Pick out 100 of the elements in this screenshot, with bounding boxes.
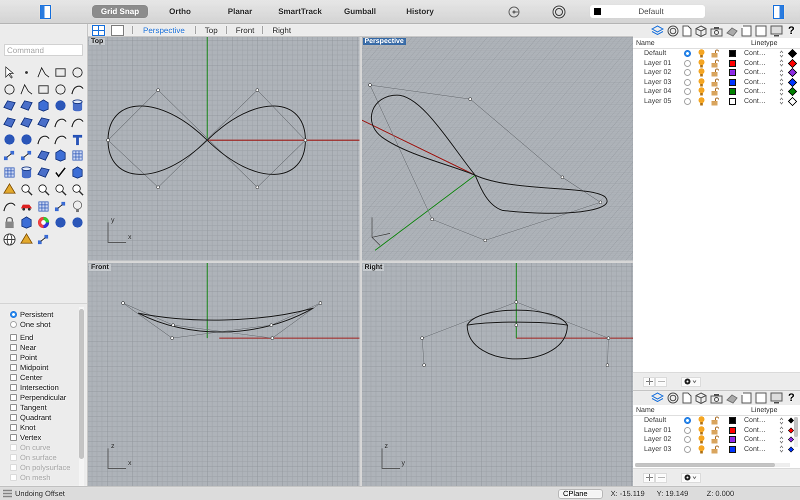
rectangle-icon[interactable]	[54, 66, 67, 79]
current-layer-radio[interactable]	[684, 436, 691, 444]
surface-icon[interactable]	[37, 166, 50, 180]
current-layer-radio[interactable]	[684, 446, 691, 453]
magnifier-icon[interactable]	[37, 182, 50, 196]
current-layer-radio[interactable]	[684, 426, 691, 434]
curve-icon[interactable]	[71, 116, 84, 130]
nodes-icon[interactable]	[3, 149, 16, 162]
layer-color-swatch[interactable]	[728, 88, 736, 96]
surface-icon[interactable]	[20, 99, 33, 112]
lock-icon[interactable]	[711, 78, 719, 87]
sphere-icon[interactable]	[20, 132, 33, 146]
circle-icon[interactable]	[3, 82, 16, 96]
target-icon[interactable]	[552, 4, 566, 18]
page-icon[interactable]	[682, 392, 692, 404]
curve-icon[interactable]	[54, 116, 67, 130]
bulb-icon[interactable]	[698, 68, 704, 78]
layer-dropdown[interactable]: Default	[590, 5, 705, 18]
bulb-icon[interactable]	[698, 58, 704, 68]
lock-icon[interactable]	[711, 68, 719, 78]
nodes-icon[interactable]	[54, 200, 67, 212]
sidebar-toggle-icon[interactable]	[40, 4, 51, 18]
curve-icon[interactable]	[3, 200, 16, 212]
help-button[interactable]: ?	[786, 25, 797, 37]
layer-color-swatch[interactable]	[728, 78, 736, 86]
page-icon[interactable]	[682, 25, 692, 37]
current-layer-radio[interactable]	[684, 78, 691, 86]
panel-toggle-icon[interactable]	[773, 4, 784, 18]
circle-icon[interactable]	[71, 66, 84, 79]
monitor-icon[interactable]	[770, 392, 783, 404]
scrollbar[interactable]	[794, 417, 798, 447]
cylinder-icon[interactable]	[71, 99, 84, 112]
cube-icon[interactable]	[695, 392, 707, 404]
magnifier-icon[interactable]	[71, 182, 84, 196]
polyline-icon[interactable]	[37, 66, 50, 79]
surface-icon[interactable]	[3, 116, 16, 130]
camera-icon[interactable]	[710, 26, 723, 36]
grid-icon[interactable]	[37, 200, 50, 212]
mode-toggle[interactable]: History	[400, 5, 440, 18]
viewport-tab[interactable]: Perspective	[133, 26, 187, 35]
current-layer-radio[interactable]	[684, 60, 691, 67]
surface-icon[interactable]	[20, 116, 33, 130]
sphere-icon[interactable]	[3, 132, 16, 146]
lock-icon[interactable]	[711, 49, 719, 58]
lock-icon[interactable]	[711, 435, 719, 444]
target-icon[interactable]	[667, 25, 679, 37]
help-button[interactable]: ?	[786, 392, 797, 404]
pyramid-icon[interactable]	[20, 232, 33, 246]
nodes-icon[interactable]	[37, 232, 50, 246]
current-layer-radio[interactable]	[684, 88, 691, 96]
pointer-icon[interactable]	[3, 66, 16, 79]
curve-icon[interactable]	[37, 132, 50, 146]
viewport-tab[interactable]: Right	[263, 26, 292, 35]
list-icon[interactable]	[3, 489, 12, 498]
document-icon[interactable]	[741, 25, 752, 37]
add-layer-button[interactable]	[643, 472, 655, 482]
monitor-icon[interactable]	[770, 25, 783, 37]
bulb-icon[interactable]	[698, 426, 704, 435]
settings-dropdown[interactable]	[681, 472, 701, 482]
lock-icon[interactable]	[711, 416, 719, 426]
camera-icon[interactable]	[710, 392, 723, 404]
layers-icon[interactable]	[651, 392, 664, 404]
grid-icon[interactable]	[3, 166, 16, 180]
scrollbar[interactable]	[635, 463, 790, 467]
viewport-tab[interactable]: Front	[226, 26, 254, 35]
lock-icon[interactable]	[711, 426, 719, 435]
curve-icon[interactable]	[54, 132, 67, 146]
scrollbar[interactable]	[79, 307, 84, 486]
surface-icon[interactable]	[3, 99, 16, 112]
globe-icon[interactable]	[3, 232, 16, 246]
current-layer-radio[interactable]	[684, 417, 691, 424]
single-viewport-icon[interactable]	[111, 24, 124, 36]
square-icon[interactable]	[755, 25, 767, 37]
bulb-icon[interactable]	[71, 200, 84, 212]
four-viewports-icon[interactable]	[92, 24, 105, 36]
layer-color-swatch[interactable]	[728, 60, 736, 67]
add-layer-button[interactable]	[643, 376, 655, 386]
curve-icon[interactable]	[71, 82, 84, 96]
target-icon[interactable]	[667, 392, 679, 404]
lock-icon[interactable]	[3, 216, 16, 230]
document-icon[interactable]	[741, 392, 752, 404]
sphere-icon[interactable]	[54, 216, 67, 230]
layer-color-swatch[interactable]	[728, 426, 736, 434]
layer-color-swatch[interactable]	[728, 417, 736, 424]
layer-color-swatch[interactable]	[728, 69, 736, 76]
box-icon[interactable]	[54, 149, 67, 162]
layer-color-swatch[interactable]	[728, 436, 736, 444]
history-record-icon[interactable]	[508, 6, 520, 18]
layer-color-swatch[interactable]	[728, 50, 736, 58]
bulb-icon[interactable]	[698, 87, 704, 96]
pyramid-icon[interactable]	[3, 182, 16, 196]
text-tool-icon[interactable]	[71, 132, 84, 146]
checkmark-icon[interactable]	[54, 166, 67, 180]
bulb-icon[interactable]	[698, 49, 704, 58]
current-layer-radio[interactable]	[684, 98, 691, 105]
magnifier-icon[interactable]	[20, 182, 33, 196]
lock-icon[interactable]	[711, 96, 719, 106]
sphere-icon[interactable]	[71, 216, 84, 230]
command-field[interactable]: Command	[4, 44, 83, 56]
layers-icon[interactable]	[651, 25, 664, 37]
